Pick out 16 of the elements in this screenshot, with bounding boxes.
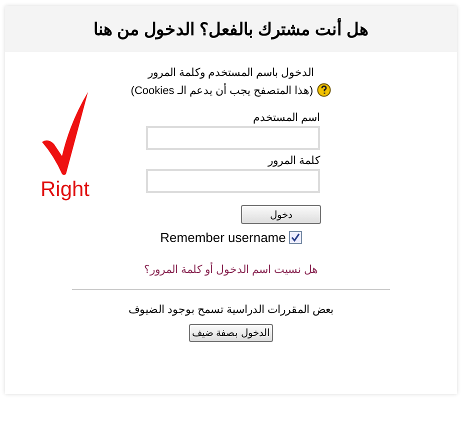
- guest-note: بعض المقررات الدراسية تسمح بوجود الضيوف: [128, 303, 334, 316]
- annotation-label: Right: [40, 178, 90, 202]
- cookies-note: (هذا المتصفح يجب أن يدعم الـ Cookies): [130, 84, 314, 96]
- login-button[interactable]: دخول: [241, 205, 321, 224]
- help-icon[interactable]: [317, 83, 332, 97]
- intro-text: الدخول باسم المستخدم وكلمة المرور: [148, 66, 314, 79]
- remember-label: Remember username: [160, 230, 286, 245]
- checkmark-icon: [40, 92, 90, 176]
- guest-login-button[interactable]: الدخول بصفة ضيف: [189, 324, 273, 342]
- field-label: اسم المستخدم: [252, 111, 320, 124]
- field-label: كلمة المرور: [268, 154, 320, 167]
- forgot-link[interactable]: هل نسيت اسم الدخول أو كلمة المرور؟: [144, 263, 318, 276]
- page-title: هل أنت مشترك بالفعل؟ الدخول من هنا: [93, 18, 369, 40]
- remember-checkbox[interactable]: [288, 231, 302, 244]
- input-field[interactable]: [146, 169, 320, 193]
- input-field[interactable]: [146, 126, 320, 150]
